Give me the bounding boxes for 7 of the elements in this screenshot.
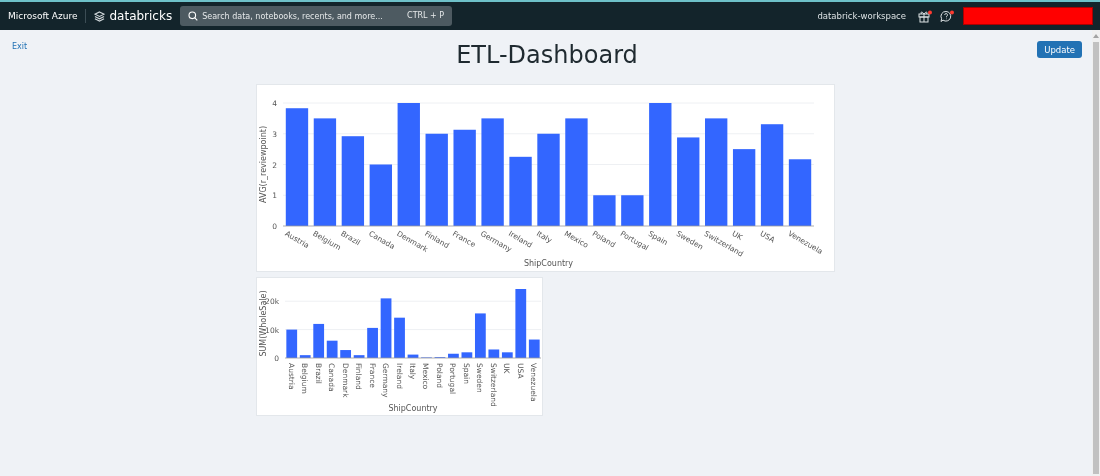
axis-title: ShipCountry bbox=[523, 259, 574, 268]
axis-title: AVG(r_reviewpoint) bbox=[259, 126, 268, 203]
brand-name: Microsoft Azure bbox=[8, 11, 78, 21]
dashboard-title: ETL-Dashboard bbox=[456, 40, 638, 70]
keyboard-shortcut: CTRL + P bbox=[407, 11, 445, 20]
product-name: databricks bbox=[109, 9, 173, 23]
axis-title: ShipCountry bbox=[388, 404, 438, 413]
